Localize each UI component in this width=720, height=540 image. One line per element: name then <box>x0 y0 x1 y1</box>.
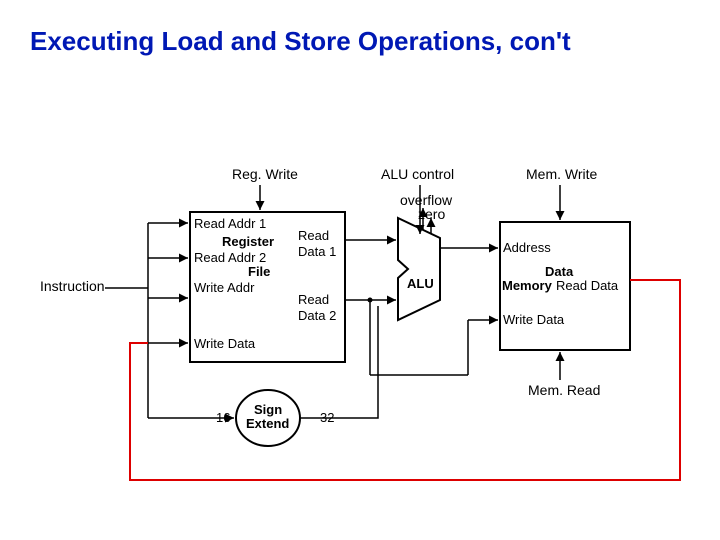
readdata2-a: Read <box>298 292 329 307</box>
datapath-diagram <box>0 0 720 540</box>
mem-address-label: Address <box>503 240 551 255</box>
zero-label: zero <box>418 206 445 222</box>
alu-label: ALU <box>407 276 434 291</box>
memread-label: Mem. Read <box>528 382 600 398</box>
readdata2-b: Data 2 <box>298 308 336 323</box>
regwrite-label: Reg. Write <box>232 166 298 182</box>
regfile-writedata-label: Write Data <box>194 336 255 351</box>
alu-shape <box>398 218 440 320</box>
writeaddr-label: Write Addr <box>194 280 254 295</box>
signext-out: 32 <box>320 410 334 425</box>
readdata1-a: Read <box>298 228 329 243</box>
regfile-name2: File <box>248 264 270 279</box>
alucontrol-label: ALU control <box>381 166 454 182</box>
mem-writedata-label: Write Data <box>503 312 564 327</box>
instruction-label: Instruction <box>40 278 105 294</box>
readdata-loopback <box>130 280 680 480</box>
signext-line1: Sign <box>254 402 282 417</box>
signext-in: 16 <box>216 410 230 425</box>
readaddr2-label: Read Addr 2 <box>194 250 266 265</box>
mem-name2: Memory <box>502 278 552 293</box>
mem-name1: Data <box>545 264 573 279</box>
regfile-name1: Register <box>222 234 274 249</box>
mem-readdata-label: Read Data <box>556 278 618 293</box>
readdata1-b: Data 1 <box>298 244 336 259</box>
signext-line2: Extend <box>246 416 289 431</box>
memwrite-label: Mem. Write <box>526 166 597 182</box>
readaddr1-label: Read Addr 1 <box>194 216 266 231</box>
